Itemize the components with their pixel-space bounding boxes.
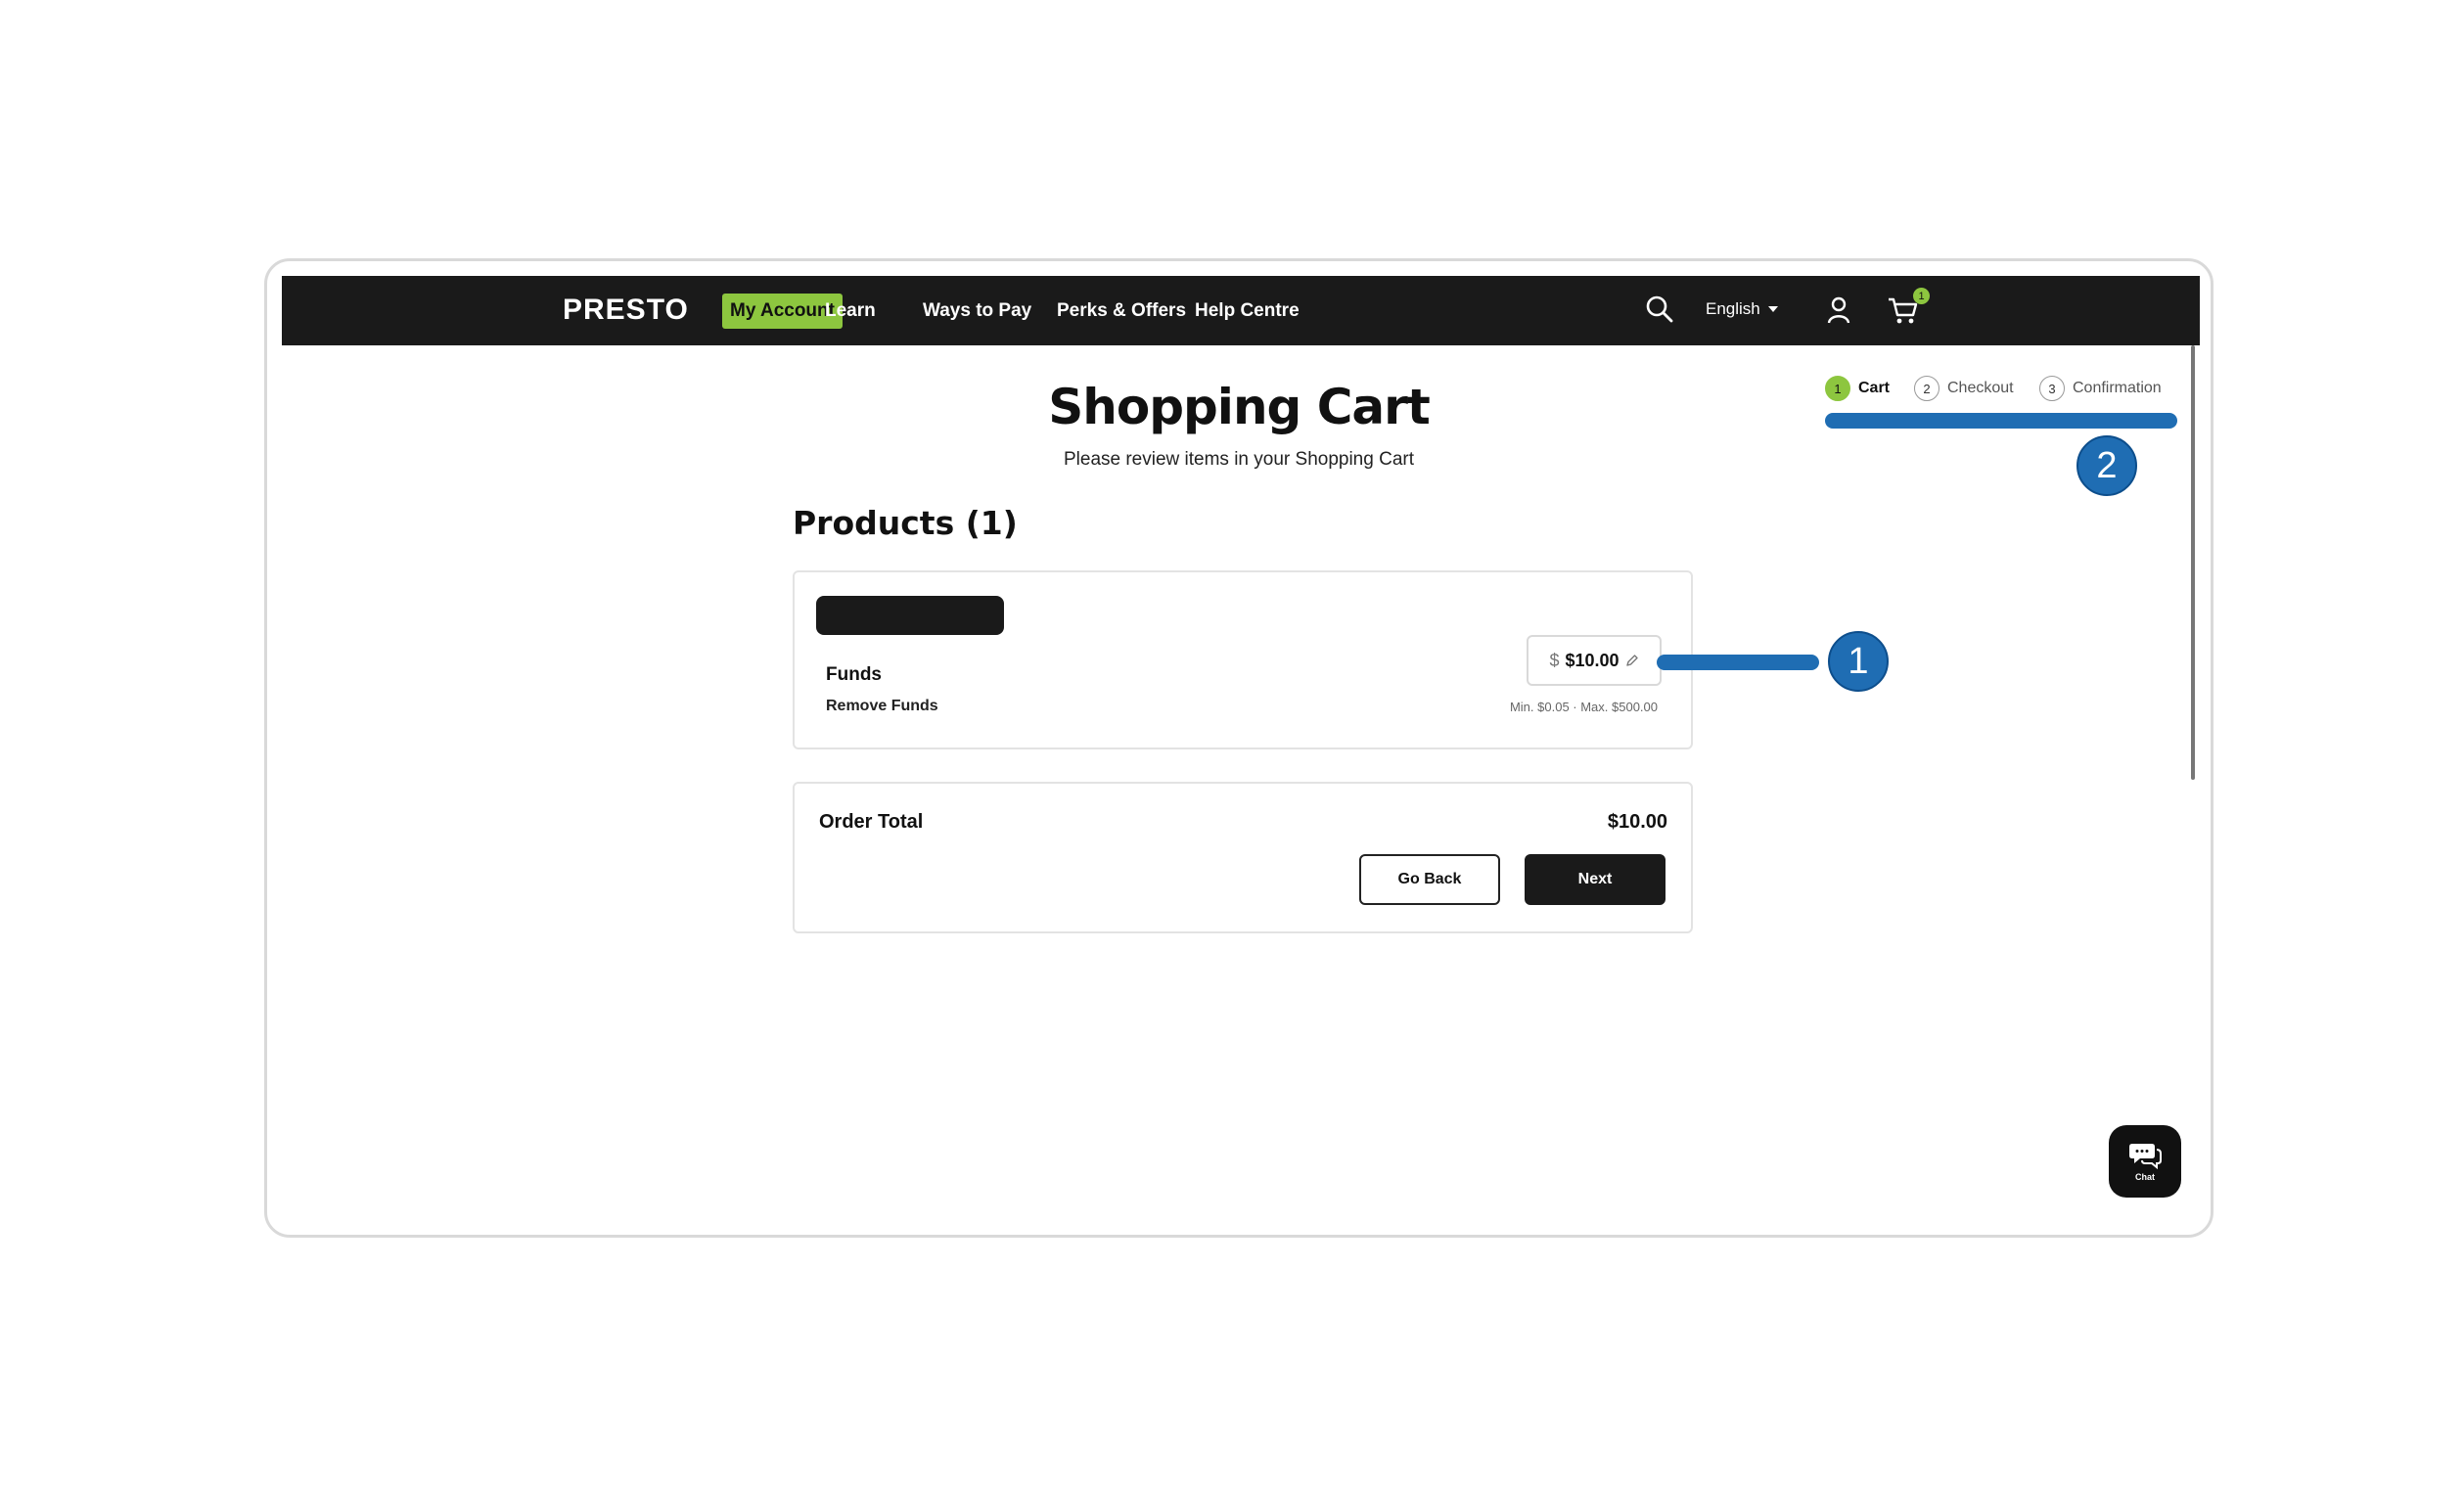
step-checkout: 2 Checkout bbox=[1914, 376, 2014, 401]
currency-symbol: $ bbox=[1549, 650, 1560, 670]
search-icon[interactable] bbox=[1645, 294, 1674, 324]
top-navbar: PRESTO My Account Learn Ways to Pay Perk… bbox=[282, 276, 2200, 345]
amount-field[interactable]: $ $10.00 bbox=[1527, 635, 1662, 686]
product-name: Funds bbox=[826, 664, 882, 685]
pencil-icon[interactable] bbox=[1625, 654, 1639, 667]
step-label: Confirmation bbox=[2073, 380, 2162, 396]
amount-value: $10.00 bbox=[1565, 650, 1620, 670]
callout-line-1 bbox=[1657, 655, 1819, 670]
order-total-card: Order Total $10.00 Go Back Next bbox=[793, 782, 1693, 933]
chat-label: Chat bbox=[2135, 1172, 2155, 1182]
chat-bubble-icon bbox=[2129, 1144, 2162, 1170]
cart-count-badge: 1 bbox=[1913, 288, 1930, 304]
stepper-highlight-bar bbox=[1825, 413, 2177, 429]
chevron-down-icon bbox=[1767, 306, 1778, 312]
step-confirmation: 3 Confirmation bbox=[2039, 376, 2162, 401]
product-card: Funds Remove Funds $ $10.00 Min. $0.05 ·… bbox=[793, 570, 1693, 749]
user-icon[interactable] bbox=[1826, 295, 1851, 325]
step-number: 1 bbox=[1825, 376, 1850, 401]
redacted-card-name bbox=[816, 596, 1004, 635]
nav-help-centre[interactable]: Help Centre bbox=[1195, 300, 1300, 322]
browser-frame: PRESTO My Account Learn Ways to Pay Perk… bbox=[264, 258, 2213, 1238]
step-label: Cart bbox=[1858, 380, 1891, 396]
checkout-stepper: 1 Cart 2 Checkout 3 Confirmation bbox=[1825, 376, 2177, 434]
nav-learn[interactable]: Learn bbox=[825, 300, 876, 322]
order-total-value: $10.00 bbox=[1607, 811, 1667, 833]
nav-perks-offers[interactable]: Perks & Offers bbox=[1057, 300, 1186, 322]
order-total-label: Order Total bbox=[819, 811, 924, 833]
nav-ways-to-pay[interactable]: Ways to Pay bbox=[923, 300, 1031, 322]
callout-marker-1: 1 bbox=[1828, 631, 1889, 692]
presto-logo[interactable]: PRESTO bbox=[563, 294, 689, 327]
products-heading: Products (1) bbox=[793, 504, 1018, 542]
page-subtitle: Please review items in your Shopping Car… bbox=[1063, 449, 1414, 470]
amount-range-hint: Min. $0.05 · Max. $500.00 bbox=[1509, 700, 1658, 714]
language-selector[interactable]: English bbox=[1706, 299, 1778, 319]
step-number: 2 bbox=[1914, 376, 1939, 401]
next-button[interactable]: Next bbox=[1525, 854, 1665, 905]
step-number: 3 bbox=[2039, 376, 2065, 401]
language-label: English bbox=[1706, 299, 1760, 318]
step-label: Checkout bbox=[1947, 380, 2014, 396]
step-cart: 1 Cart bbox=[1825, 376, 1890, 401]
callout-marker-2: 2 bbox=[2076, 435, 2137, 496]
chat-button[interactable]: Chat bbox=[2109, 1125, 2181, 1198]
go-back-button[interactable]: Go Back bbox=[1359, 854, 1500, 905]
remove-funds-link[interactable]: Remove Funds bbox=[826, 698, 938, 715]
